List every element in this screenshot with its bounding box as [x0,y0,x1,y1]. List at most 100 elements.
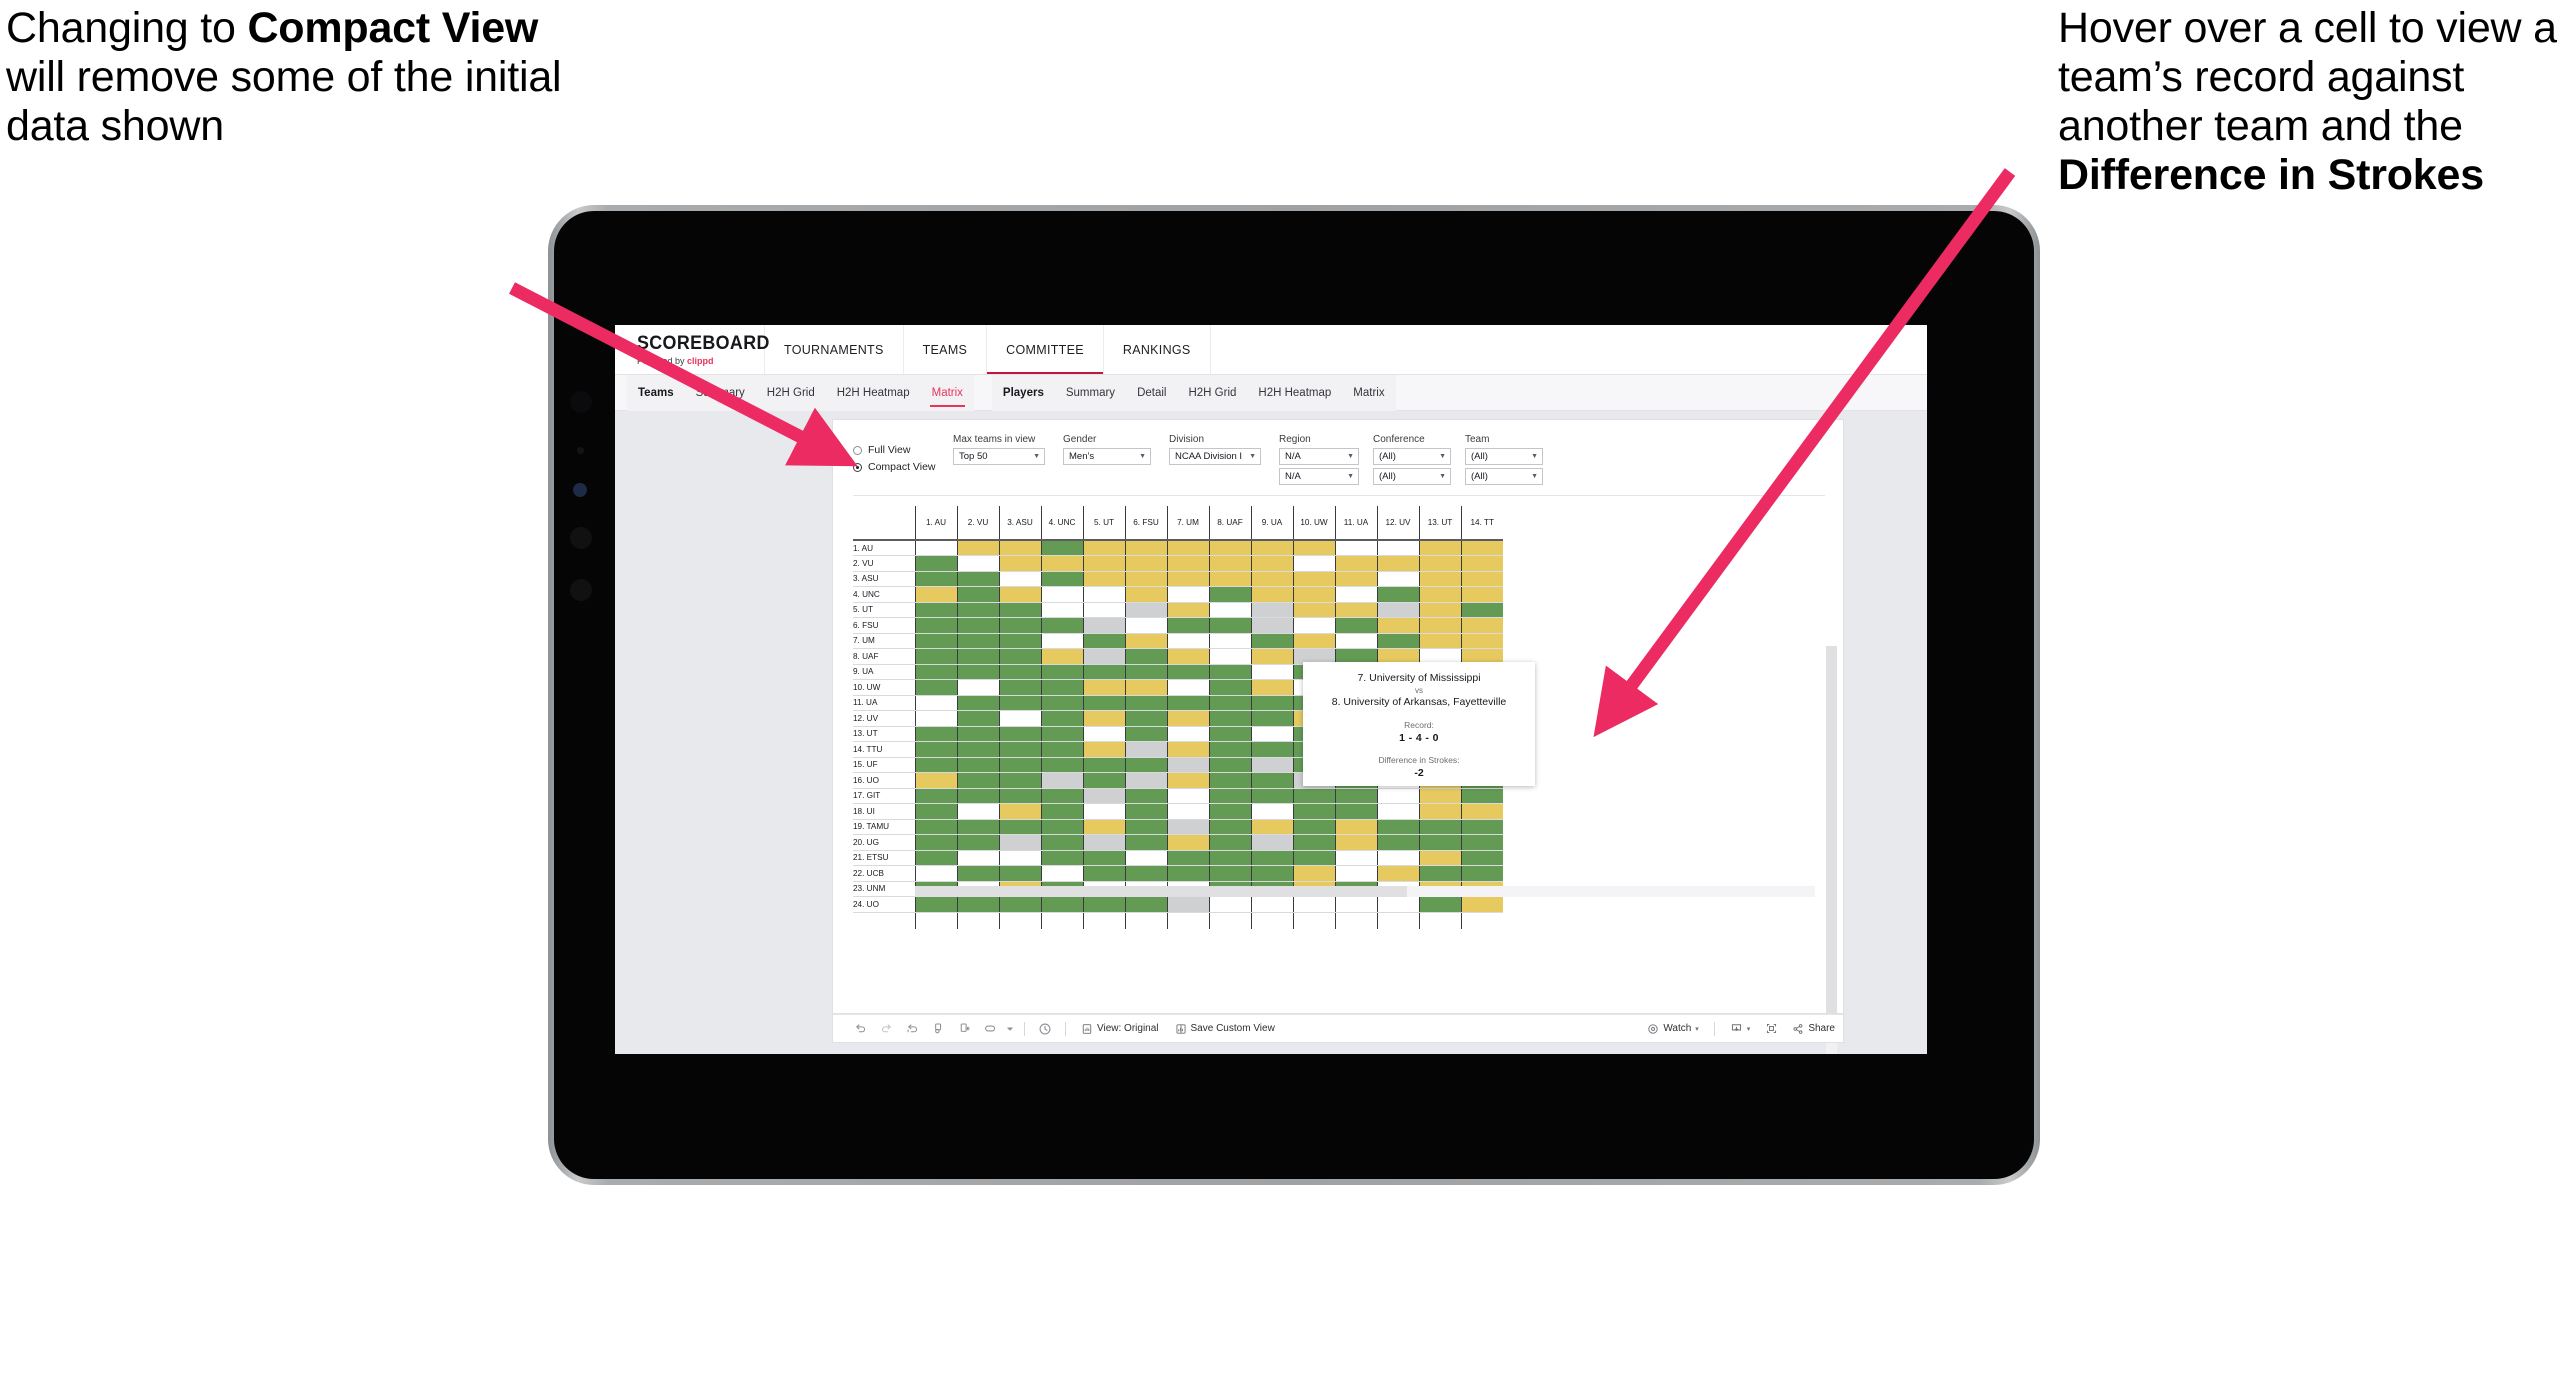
matrix-cell[interactable] [1208,741,1251,758]
matrix-cell[interactable] [1124,741,1167,758]
matrix-cell[interactable] [956,602,999,618]
matrix-cell[interactable] [1460,896,1503,913]
matrix-cell[interactable] [1166,757,1209,773]
matrix-cell[interactable] [1292,571,1335,587]
matrix-cell[interactable] [1166,772,1209,789]
matrix-cell[interactable] [1082,648,1125,665]
matrix-cell[interactable] [956,679,999,696]
subnav-teams-summary[interactable]: Summary [685,375,756,411]
matrix-cell[interactable] [1334,571,1377,587]
share-button[interactable]: Share [1784,1023,1843,1035]
subnav-players-h2h-grid[interactable]: H2H Grid [1177,375,1247,411]
matrix-cell[interactable] [914,757,957,773]
matrix-cell[interactable] [1124,695,1167,711]
matrix-cell[interactable] [1208,757,1251,773]
matrix-cell[interactable] [1460,788,1503,804]
matrix-cell[interactable] [1208,617,1251,634]
subnav-players-detail[interactable]: Detail [1126,375,1177,411]
matrix-cell[interactable] [1124,865,1167,882]
matrix-cell[interactable] [1208,788,1251,804]
matrix-cell[interactable] [1124,648,1167,665]
matrix-cell[interactable] [1376,850,1419,866]
matrix-cell[interactable] [1124,664,1167,680]
matrix-cell[interactable] [1376,803,1419,820]
matrix-cell[interactable] [914,586,957,603]
matrix-cell[interactable] [1376,571,1419,587]
filter-conference-select-1[interactable]: (All) ▼ [1373,448,1451,465]
matrix-cell[interactable] [956,726,999,742]
matrix-cell[interactable] [914,726,957,742]
matrix-cell[interactable] [1460,586,1503,603]
matrix-cell[interactable] [1208,865,1251,882]
matrix-cell[interactable] [1334,602,1377,618]
matrix-cell[interactable] [956,788,999,804]
matrix-cell[interactable] [956,555,999,572]
matrix-cell[interactable] [1082,896,1125,913]
matrix-cell[interactable] [998,648,1041,665]
matrix-cell[interactable] [914,772,957,789]
subnav-players-summary[interactable]: Summary [1055,375,1126,411]
matrix-cell[interactable] [1376,788,1419,804]
matrix-cell[interactable] [998,819,1041,835]
matrix-cell[interactable] [1208,819,1251,835]
matrix-cell[interactable] [1124,850,1167,866]
matrix-cell[interactable] [1124,757,1167,773]
matrix-cell[interactable] [1040,555,1083,572]
matrix-cell[interactable] [998,664,1041,680]
matrix-cell[interactable] [1166,726,1209,742]
filter-region-select-2[interactable]: N/A ▼ [1279,468,1359,485]
matrix-cell[interactable] [1124,617,1167,634]
matrix-cell[interactable] [1376,834,1419,851]
matrix-cell[interactable] [956,617,999,634]
matrix-cell[interactable] [1292,803,1335,820]
matrix-cell[interactable] [1250,710,1293,727]
matrix-cell[interactable] [1376,633,1419,649]
matrix-cell[interactable] [1292,633,1335,649]
matrix-cell[interactable] [1040,602,1083,618]
matrix-cell[interactable] [956,695,999,711]
matrix-cell[interactable] [1040,850,1083,866]
matrix-cell[interactable] [914,617,957,634]
subnav-teams-h2h-grid[interactable]: H2H Grid [756,375,826,411]
matrix-cell[interactable] [1082,850,1125,866]
matrix-cell[interactable] [998,679,1041,696]
matrix-cell[interactable] [998,602,1041,618]
matrix-cell[interactable] [1040,788,1083,804]
matrix-cell[interactable] [1334,865,1377,882]
matrix-cell[interactable] [1166,710,1209,727]
matrix-cell[interactable] [914,803,957,820]
matrix-cell[interactable] [1418,617,1461,634]
matrix-cell[interactable] [998,772,1041,789]
matrix-cell[interactable] [1250,555,1293,572]
matrix-cell[interactable] [1208,710,1251,727]
matrix-cell[interactable] [1376,819,1419,835]
matrix-cell[interactable] [1040,633,1083,649]
matrix-cell[interactable] [1082,586,1125,603]
matrix-cell[interactable] [1124,586,1167,603]
matrix-cell[interactable] [1166,617,1209,634]
radio-full-view[interactable]: Full View [853,444,953,456]
history-icon[interactable] [1032,1016,1058,1042]
matrix-cell[interactable] [956,571,999,587]
matrix-cell[interactable] [956,819,999,835]
highlight-caret-icon[interactable] [1003,1016,1017,1042]
matrix-cell[interactable] [1124,710,1167,727]
matrix-cell[interactable] [1040,586,1083,603]
matrix-cell[interactable] [956,834,999,851]
matrix-cell[interactable] [1208,540,1251,556]
matrix-cell[interactable] [1166,571,1209,587]
matrix-cell[interactable] [1292,865,1335,882]
matrix-cell[interactable] [1082,633,1125,649]
topnav-tournaments[interactable]: TOURNAMENTS [765,325,904,374]
matrix-cell[interactable] [998,633,1041,649]
matrix-cell[interactable] [1124,571,1167,587]
matrix-cell[interactable] [1250,788,1293,804]
matrix-cell[interactable] [1124,834,1167,851]
filter-division-select[interactable]: NCAA Division I ▼ [1169,448,1261,465]
fullscreen-icon[interactable] [1758,1016,1784,1042]
matrix-cell[interactable] [998,695,1041,711]
matrix-cell[interactable] [1208,633,1251,649]
matrix-cell[interactable] [956,850,999,866]
matrix-cell[interactable] [1250,726,1293,742]
matrix-cell[interactable] [1418,555,1461,572]
